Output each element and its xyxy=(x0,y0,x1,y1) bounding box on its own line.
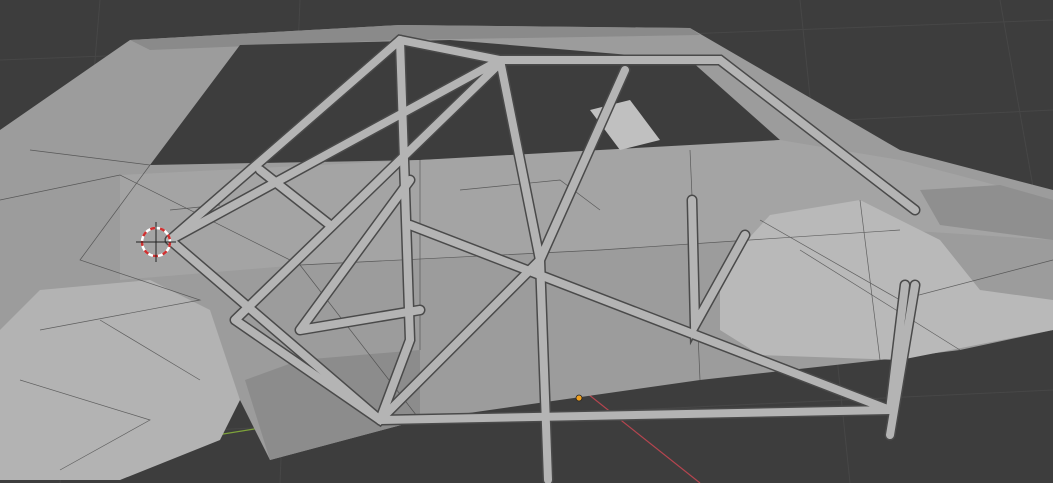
viewport-canvas[interactable] xyxy=(0,0,1053,483)
3d-viewport[interactable] xyxy=(0,0,1053,483)
object-origin-icon[interactable] xyxy=(575,394,583,402)
